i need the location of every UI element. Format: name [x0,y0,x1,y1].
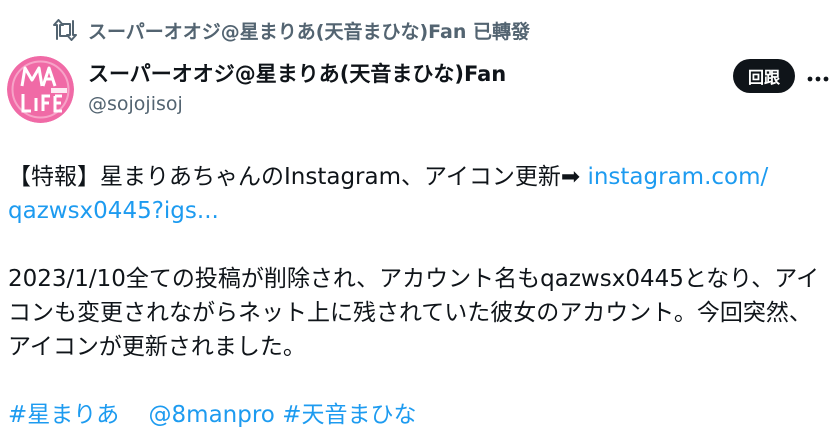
retweet-text[interactable]: スーパーオオジ@星まりあ(天音まひな)Fan 已轉發 [88,17,530,44]
tweet-text: 【特報】星まりあちゃんのInstagram、アイコン更新➡ instagram.… [8,160,828,432]
more-options-button[interactable] [803,60,833,92]
tweet-paragraph-2: 2023/1/10全ての投稿が削除され、アカウント名もqazwsx0445となり… [8,266,820,360]
retweet-icon [52,19,78,41]
author-handle[interactable]: @sojojisoj [88,90,506,118]
mention-8manpro[interactable]: @8manpro [149,402,275,428]
hashtag-amane-mahina[interactable]: #天音まひな [282,402,416,428]
author-display-name[interactable]: スーパーオオジ@星まりあ(天音まひな)Fan [88,58,506,90]
more-icon [807,67,829,86]
retweet-header[interactable]: スーパーオオジ@星まりあ(天音まひな)Fan 已轉發 [52,14,530,46]
follow-back-button[interactable]: 回跟 [733,59,795,93]
tweet-line-1: 【特報】星まりあちゃんのInstagram、アイコン更新➡ [8,164,588,190]
hashtag-hoshi-maria[interactable]: #星まりあ [8,402,119,428]
avatar-logo-icon [7,56,74,123]
author-block[interactable]: スーパーオオジ@星まりあ(天音まひな)Fan @sojojisoj [88,58,506,118]
instagram-link-part-1[interactable]: instagram.com/ [587,164,768,190]
avatar[interactable] [7,56,74,123]
instagram-link-part-2[interactable]: qazwsx0445?igs... [8,198,219,224]
tweet-paragraph-1: 【特報】星まりあちゃんのInstagram、アイコン更新➡ instagram.… [8,160,828,228]
